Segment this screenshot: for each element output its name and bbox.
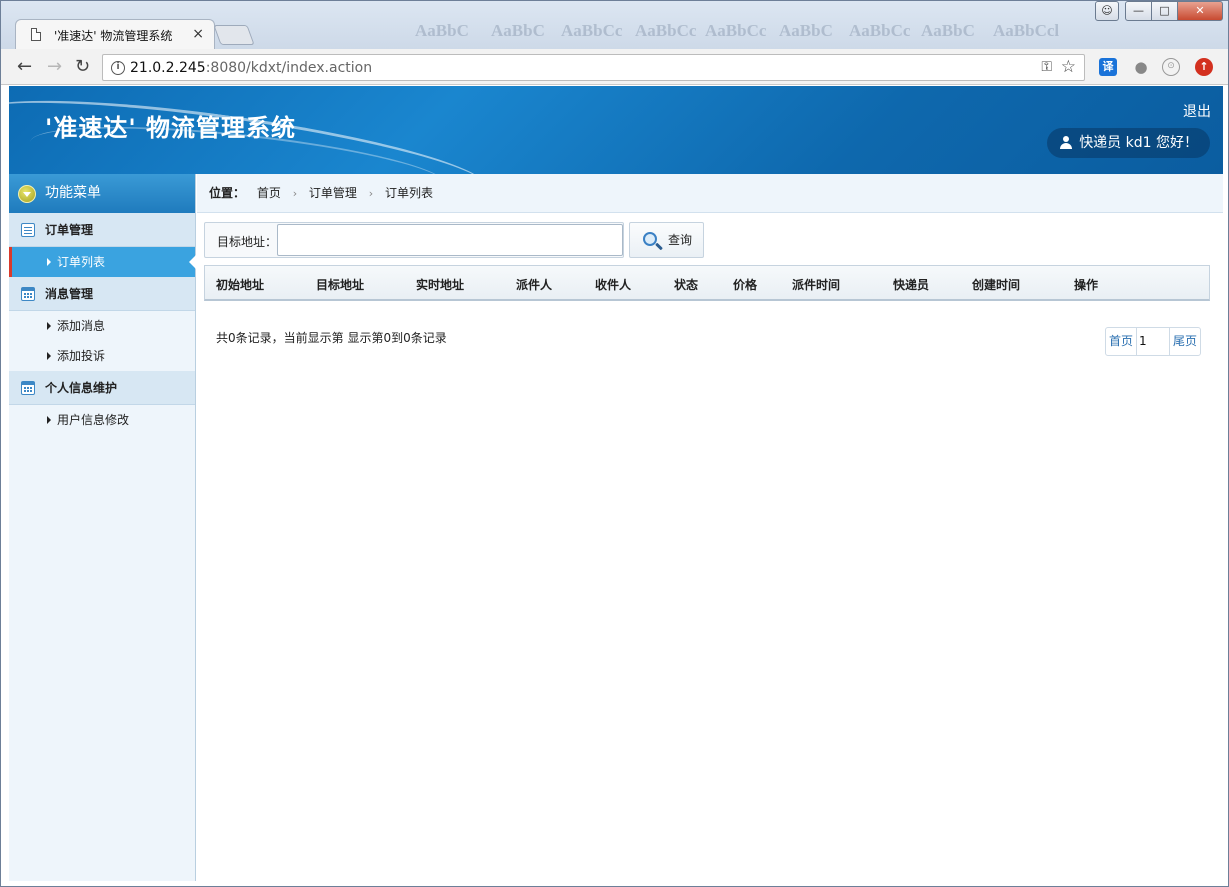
chevron-right-icon: › — [292, 187, 298, 200]
browser-titlebar: '准速达' 物流管理系统 × AaBbC AaBbC AaBbCc AaBbCc… — [1, 1, 1228, 49]
function-menu-header[interactable]: 功能菜单 — [9, 174, 195, 213]
background-watermark-text: AaBbCc — [849, 21, 911, 40]
maximize-button[interactable]: □ — [1151, 1, 1178, 21]
close-window-button[interactable]: ✕ — [1177, 1, 1223, 21]
table-header: 初始地址 目标地址 实时地址 派件人 收件人 状态 价格 派件时间 快递员 创建… — [204, 265, 1210, 301]
sidebar-item-label: 添加消息 — [57, 319, 106, 333]
caret-right-icon — [47, 352, 51, 360]
page-number-input[interactable]: 1 — [1135, 328, 1170, 355]
column-header-dispatch-time[interactable]: 派件时间 — [792, 276, 840, 293]
caret-right-icon — [47, 416, 51, 424]
user-greeting: 快递员 kd1 您好！ — [1047, 128, 1210, 158]
first-page-button[interactable]: 首页 — [1106, 328, 1136, 355]
sidebar-group-label: 订单管理 — [45, 223, 94, 237]
new-tab-button[interactable] — [213, 25, 255, 45]
sidebar-group-profile[interactable]: 个人信息维护 — [9, 371, 195, 405]
url-host: 21.0.2.245 — [130, 60, 206, 76]
back-icon[interactable]: ← — [17, 56, 32, 77]
column-header-destination[interactable]: 目标地址 — [316, 276, 364, 293]
profile-button[interactable]: ☺ — [1095, 1, 1119, 21]
background-watermark-text: AaBbC — [415, 21, 469, 40]
circle-extension-icon[interactable]: ⊙ — [1162, 58, 1180, 76]
breadcrumb-label: 位置： — [209, 186, 246, 200]
url-text: 21.0.2.245:8080/kdxt/index.action — [130, 60, 372, 76]
background-watermark-text: AaBbCc — [635, 21, 697, 40]
tab-close-icon[interactable]: × — [192, 26, 204, 42]
sidebar-group-messages[interactable]: 消息管理 — [9, 277, 195, 311]
tab-title: '准速达' 物流管理系统 — [54, 29, 173, 43]
column-header-recipient[interactable]: 收件人 — [595, 276, 631, 293]
query-button[interactable]: 查询 — [629, 222, 704, 258]
caret-right-icon — [47, 322, 51, 330]
minimize-button[interactable]: — — [1125, 1, 1152, 21]
browser-window: '准速达' 物流管理系统 × AaBbC AaBbC AaBbCc AaBbCc… — [0, 0, 1229, 887]
target-address-input[interactable] — [277, 224, 623, 256]
background-watermark-text: AaBbCc — [561, 21, 623, 40]
document-icon — [31, 28, 41, 41]
target-address-label: 目标地址： — [217, 235, 278, 249]
breadcrumb-item-orders[interactable]: 订单管理 — [309, 186, 357, 200]
calendar-icon — [21, 287, 35, 301]
sidebar-item-label: 添加投诉 — [57, 349, 106, 363]
sidebar-item-order-list[interactable]: 订单列表 — [9, 247, 196, 277]
bookmark-star-icon[interactable]: ☆ — [1061, 57, 1076, 77]
upload-extension-icon[interactable]: ↑ — [1195, 58, 1213, 76]
sidebar-group-orders[interactable]: 订单管理 — [9, 213, 195, 247]
sidebar-item-add-message[interactable]: 添加消息 — [9, 311, 195, 341]
window-controls: ☺ — □ ✕ — [1095, 1, 1223, 21]
sidebar-item-label: 订单列表 — [57, 255, 106, 269]
search-box: 目标地址： — [204, 222, 624, 258]
column-header-courier[interactable]: 快递员 — [893, 276, 929, 293]
web-page: '准速达' 物流管理系统 退出 快递员 kd1 您好！ 功能菜单 订单管理 订单… — [9, 86, 1223, 881]
address-bar[interactable]: i 21.0.2.245:8080/kdxt/index.action ⚿ ☆ — [102, 54, 1085, 81]
sidebar-item-add-complaint[interactable]: 添加投诉 — [9, 341, 195, 371]
forward-icon[interactable]: → — [47, 56, 62, 77]
query-button-label: 查询 — [668, 233, 693, 247]
pagination: 首页 1 尾页 — [1104, 327, 1201, 356]
last-page-button[interactable]: 尾页 — [1170, 328, 1200, 355]
main-content: 位置： 首页 › 订单管理 › 订单列表 目标地址： 查询 初始地址 目标地址 … — [197, 174, 1223, 881]
calendar-icon — [21, 381, 35, 395]
sidebar-item-label: 用户信息修改 — [57, 413, 130, 427]
column-header-actions[interactable]: 操作 — [1074, 276, 1098, 293]
browser-tab[interactable]: '准速达' 物流管理系统 × — [15, 19, 215, 49]
list-icon — [21, 223, 35, 237]
caret-right-icon — [47, 258, 51, 266]
column-header-origin[interactable]: 初始地址 — [216, 276, 264, 293]
search-icon — [643, 232, 657, 246]
background-watermark-text: AaBbC — [779, 21, 833, 40]
column-header-status[interactable]: 状态 — [674, 276, 698, 293]
user-greeting-text: 快递员 kd1 您好！ — [1079, 135, 1198, 151]
info-icon[interactable]: i — [111, 61, 125, 75]
reload-icon[interactable]: ↻ — [75, 56, 90, 77]
background-watermark-text: AaBbCc — [705, 21, 767, 40]
menu-title: 功能菜单 — [45, 185, 101, 201]
globe-extension-icon[interactable]: ● — [1132, 58, 1150, 76]
app-title: '准速达' 物流管理系统 — [45, 114, 297, 142]
app-header: '准速达' 物流管理系统 退出 快递员 kd1 您好！ — [9, 86, 1223, 174]
column-header-dispatcher[interactable]: 派件人 — [516, 276, 552, 293]
breadcrumb-item-order-list: 订单列表 — [385, 186, 434, 200]
sidebar-group-label: 消息管理 — [45, 287, 94, 301]
background-watermark-text: AaBbC — [491, 21, 545, 40]
translate-extension-icon[interactable]: 译 — [1099, 58, 1117, 76]
column-header-created-time[interactable]: 创建时间 — [972, 276, 1020, 293]
url-path: :8080/kdxt/index.action — [205, 60, 373, 76]
record-summary: 共0条记录，当前显示第 显示第0到0条记录 — [216, 331, 447, 345]
key-icon[interactable]: ⚿ — [1041, 59, 1052, 75]
column-header-price[interactable]: 价格 — [733, 276, 757, 293]
logout-link[interactable]: 退出 — [1183, 101, 1211, 121]
breadcrumb: 位置： 首页 › 订单管理 › 订单列表 — [197, 174, 1223, 213]
column-header-current-location[interactable]: 实时地址 — [416, 276, 464, 293]
sidebar-item-edit-user-info[interactable]: 用户信息修改 — [9, 405, 195, 435]
sidebar: 功能菜单 订单管理 订单列表 消息管理 添加消息 添加投诉 个人信息维护 用户信… — [9, 174, 196, 881]
user-icon — [1060, 136, 1073, 150]
background-watermark-text: AaBbC — [921, 21, 975, 40]
breadcrumb-item-home[interactable]: 首页 — [257, 186, 281, 200]
background-watermark-text: AaBbCcl — [993, 21, 1060, 40]
sidebar-group-label: 个人信息维护 — [45, 381, 118, 395]
browser-toolbar: ← → ↻ i 21.0.2.245:8080/kdxt/index.actio… — [1, 49, 1228, 85]
chevron-down-icon — [18, 185, 36, 203]
chevron-right-icon: › — [368, 187, 374, 200]
